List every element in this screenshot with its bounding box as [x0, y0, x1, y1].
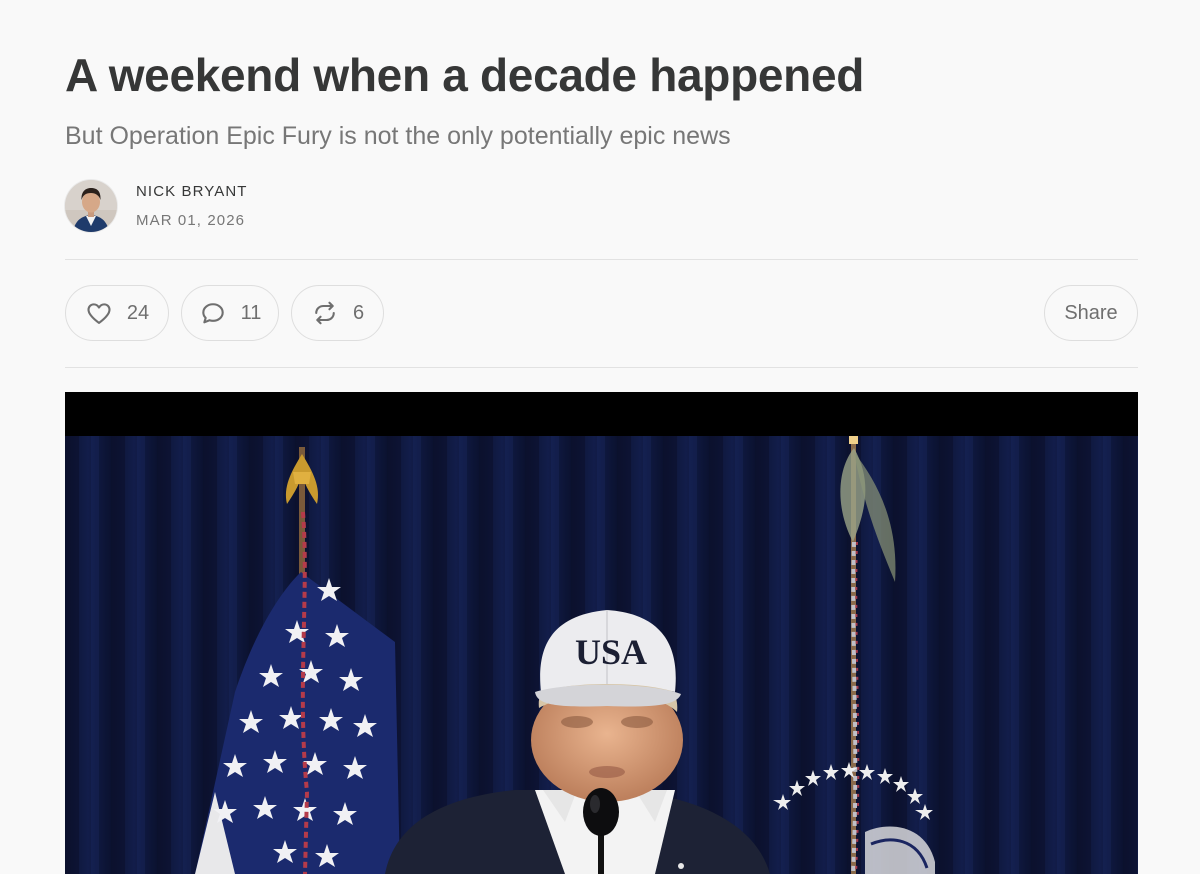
like-button[interactable]: 24 [65, 285, 169, 341]
comment-button[interactable]: 11 [181, 285, 279, 341]
restack-button[interactable]: 6 [291, 285, 384, 341]
divider [65, 259, 1138, 260]
heart-icon [85, 299, 113, 327]
author-name[interactable]: NICK BRYANT [136, 182, 248, 202]
share-label: Share [1064, 302, 1118, 324]
divider [65, 367, 1138, 368]
restack-count: 6 [352, 302, 365, 324]
cap-text: USA [575, 632, 647, 672]
like-count: 24 [126, 302, 150, 324]
hero-image[interactable]: USA [65, 392, 1138, 874]
publish-date: MAR 01, 2026 [136, 212, 246, 229]
comment-icon [199, 299, 227, 327]
article-page: A weekend when a decade happened But Ope… [0, 0, 1200, 874]
share-button[interactable]: Share [1044, 285, 1138, 341]
author-avatar[interactable] [65, 180, 117, 232]
article-title: A weekend when a decade happened [65, 49, 865, 101]
comment-count: 11 [240, 302, 262, 324]
restack-icon [311, 299, 339, 327]
article-subtitle: But Operation Epic Fury is not the only … [65, 122, 731, 150]
